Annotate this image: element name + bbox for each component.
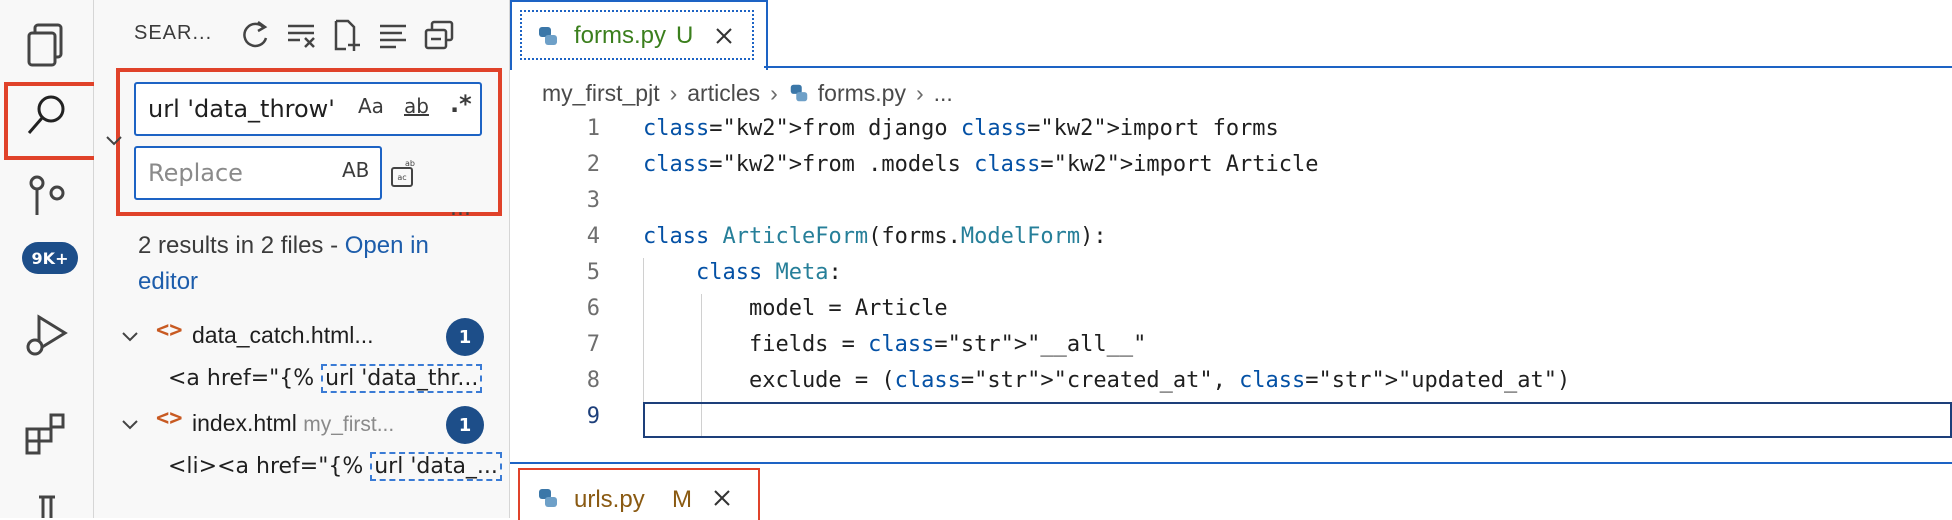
result-count-badge: 1 <box>446 406 484 444</box>
breadcrumb-item[interactable]: articles <box>687 80 760 106</box>
code-line[interactable]: 1 class="kw2">from django class="kw2">imp… <box>510 116 1952 152</box>
line-number: 5 <box>586 260 600 285</box>
python-file-icon <box>539 489 557 507</box>
tab-label: urls.py <box>574 486 645 513</box>
line-number: 7 <box>586 332 600 357</box>
search-input-box[interactable]: Aa ab .* <box>134 82 482 136</box>
breadcrumb: my_first_pjt › articles › forms.py ›... <box>542 80 953 106</box>
line-text: exclude = (class="str">"created_at", cla… <box>643 368 1571 393</box>
code-line[interactable]: 6 model = Article <box>510 296 1952 332</box>
line-text: class="kw2">from .models class="kw2">imp… <box>643 152 1319 177</box>
whole-word-toggle[interactable]: ab <box>404 94 429 118</box>
tab-status: U <box>676 22 694 49</box>
clear-results-button[interactable] <box>284 18 318 52</box>
code-line[interactable]: 5 class Meta: <box>510 260 1952 296</box>
search-input[interactable] <box>148 84 348 134</box>
breadcrumb-item[interactable]: forms.py <box>818 80 906 106</box>
replace-all-icon[interactable]: ac ab <box>388 156 422 190</box>
toggle-details-button[interactable]: ... <box>450 196 471 221</box>
line-number: 4 <box>586 224 600 249</box>
code-line[interactable]: 3 <box>510 188 1952 224</box>
line-text: class Meta: <box>695 260 842 285</box>
regex-toggle[interactable]: .* <box>450 90 472 118</box>
tab-forms-py[interactable]: forms.py U <box>510 0 768 70</box>
collapse-all-icon <box>424 20 454 50</box>
line-number: 9 <box>586 404 600 429</box>
new-search-editor-button[interactable] <box>330 18 364 52</box>
code-line[interactable]: 9 <box>510 404 1952 440</box>
extensions-button[interactable] <box>6 392 88 474</box>
run-debug-button[interactable] <box>6 294 88 376</box>
html-file-icon: <> <box>156 406 183 431</box>
tab-label: forms.py <box>574 22 667 49</box>
search-view-button[interactable] <box>6 74 88 156</box>
clear-all-icon <box>288 24 315 48</box>
line-text: fields = class="str">"__all__" <box>643 332 1147 357</box>
new-file-icon <box>334 19 360 51</box>
match-highlight: url 'data_... <box>370 452 502 481</box>
chevron-down-icon <box>122 332 138 342</box>
testing-button[interactable] <box>6 480 88 518</box>
svg-text:ab: ab <box>405 159 415 168</box>
code-line[interactable]: 8 exclude = (class="str">"created_at", c… <box>510 368 1952 404</box>
result-match-row[interactable]: <a href="{% url 'data_thr... <box>168 364 508 400</box>
results-summary: 2 results in 2 files - Open in editor <box>138 228 478 300</box>
result-file-name: data_catch.html... <box>192 322 374 348</box>
tab-urls-py[interactable]: urls.py M <box>518 468 760 520</box>
search-icon <box>27 95 65 134</box>
editor-area: forms.py U my_first_pjt › articles › forms.p… <box>510 0 1952 520</box>
extensions-icon <box>25 413 65 455</box>
code-line[interactable]: 2 class="kw2">from .models class="kw2">im… <box>510 152 1952 188</box>
result-file-path: my_first... <box>303 413 395 436</box>
source-control-button[interactable] <box>6 162 88 232</box>
refresh-button[interactable] <box>238 18 272 52</box>
result-count-badge: 1 <box>446 318 484 356</box>
tab-bar-border <box>764 66 1952 68</box>
code-line[interactable]: 4 class ArticleForm(forms.ModelForm): <box>510 224 1952 260</box>
line-text: class="kw2">from django class="kw2">impo… <box>643 116 1279 141</box>
files-icon <box>27 23 63 67</box>
match-highlight: url 'data_thr... <box>321 364 483 393</box>
line-text: class ArticleForm(forms.ModelForm): <box>643 224 1107 249</box>
match-prefix: <li><a href="{% <box>168 454 371 479</box>
refresh-icon <box>243 20 268 48</box>
python-file-icon <box>539 27 557 45</box>
breadcrumb-item[interactable]: my_first_pjt <box>542 80 660 106</box>
replace-input[interactable] <box>148 148 328 198</box>
python-file-icon <box>790 84 808 102</box>
replace-input-box[interactable]: AB <box>134 146 382 200</box>
tab-status: M <box>672 486 692 513</box>
line-number: 6 <box>586 296 600 321</box>
breadcrumb-item[interactable]: ... <box>934 80 953 106</box>
toggle-replace-chevron-icon[interactable] <box>102 128 126 152</box>
preserve-case-toggle[interactable]: AB <box>342 158 369 182</box>
result-match-row[interactable]: <li><a href="{% url 'data_... <box>168 452 508 488</box>
code-line[interactable]: 7 fields = class="str">"__all__" <box>510 332 1952 368</box>
source-control-icon <box>29 175 65 215</box>
chevron-down-icon <box>122 420 138 430</box>
line-text: model = Article <box>643 296 948 321</box>
match-case-toggle[interactable]: Aa <box>358 94 384 118</box>
run-debug-icon <box>26 314 68 356</box>
list-icon <box>380 24 406 49</box>
match-prefix: <a href="{% <box>168 366 322 391</box>
line-number: 3 <box>586 188 600 213</box>
view-as-tree-button[interactable] <box>376 18 410 52</box>
source-control-badge: 9K+ <box>22 242 78 274</box>
activity-bar: 9K+ <box>0 0 98 518</box>
search-sidebar: SEAR... url 'data_throw' Aa ab .* Replac… <box>94 0 510 518</box>
collapse-all-button[interactable] <box>422 18 456 52</box>
flask-icon <box>39 495 55 518</box>
editor-group-separator <box>510 462 1952 464</box>
html-file-icon: <> <box>156 318 183 343</box>
line-number: 1 <box>586 116 600 141</box>
close-icon[interactable] <box>710 486 734 510</box>
results-count-text: 2 results in 2 files - <box>138 232 345 259</box>
line-number: 2 <box>586 152 600 177</box>
close-icon[interactable] <box>712 24 736 48</box>
sidebar-title: SEAR... <box>134 22 213 44</box>
result-file-name: index.html my_first... <box>192 410 395 436</box>
line-number: 8 <box>586 368 600 393</box>
svg-text:ac: ac <box>397 173 406 182</box>
